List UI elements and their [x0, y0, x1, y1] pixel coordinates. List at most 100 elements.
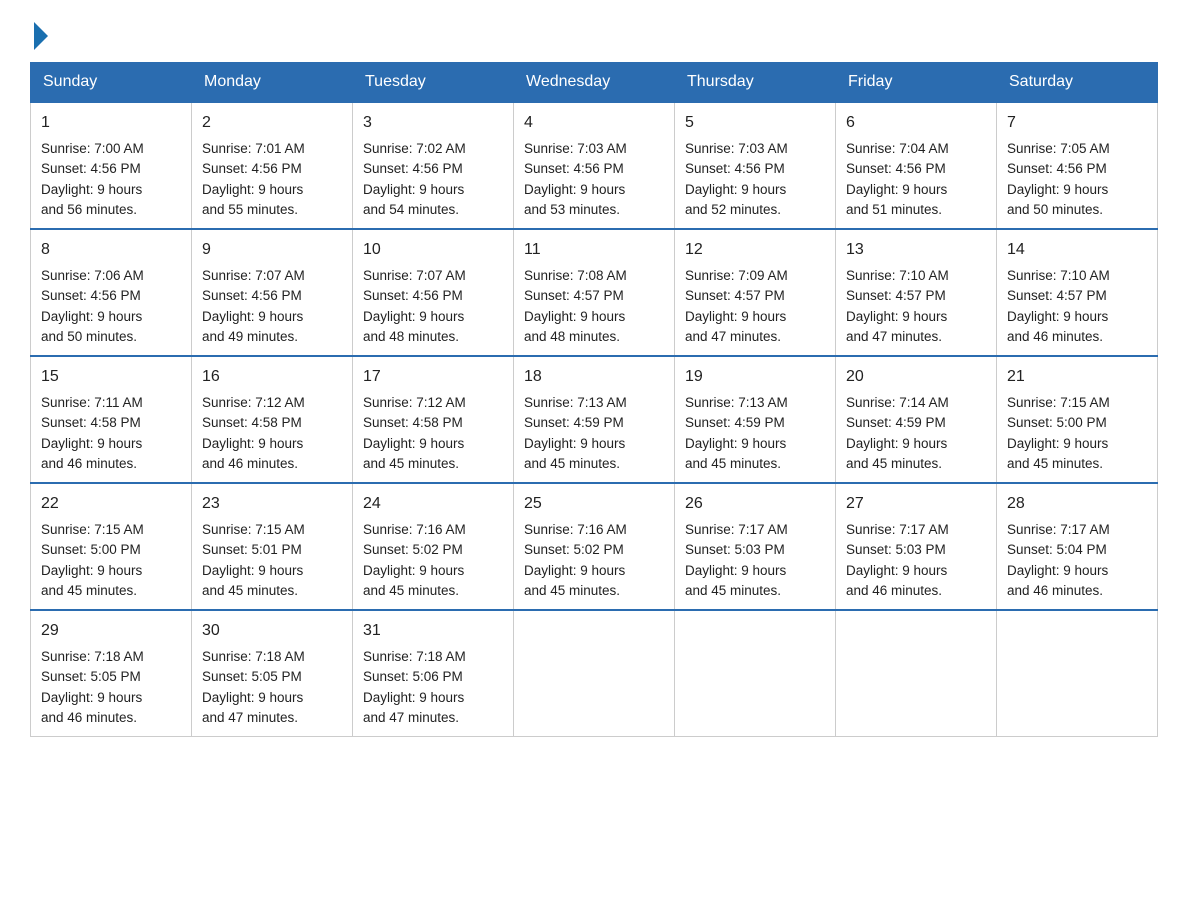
sunrise-info: Sunrise: 7:15 AM [202, 522, 305, 537]
daylight-info: and 45 minutes. [41, 583, 137, 598]
sunrise-info: Sunrise: 7:10 AM [846, 268, 949, 283]
daylight-info: Daylight: 9 hours [685, 563, 786, 578]
sunset-info: Sunset: 4:56 PM [41, 288, 141, 303]
calendar-cell: 27 Sunrise: 7:17 AM Sunset: 5:03 PM Dayligh… [836, 483, 997, 610]
calendar-cell: 2Sunrise: 7:01 AMSunset: 4:56 PMDaylight… [192, 102, 353, 229]
daylight-info: Daylight: 9 hours [524, 563, 625, 578]
daylight-info: and 45 minutes. [846, 456, 942, 471]
sunrise-info: Sunrise: 7:17 AM [1007, 522, 1110, 537]
logo-arrow-icon [34, 22, 48, 50]
weekday-header-sunday: Sunday [31, 63, 192, 103]
daylight-info: Daylight: 9 hours [1007, 436, 1108, 451]
day-number: 6 [846, 111, 986, 135]
sunrise-info: Sunrise: 7:18 AM [41, 649, 144, 664]
day-number: 5 [685, 111, 825, 135]
daylight-info: Daylight: 9 hours [1007, 563, 1108, 578]
day-number: 27 [846, 492, 986, 516]
sunrise-info: Sunrise: 7:14 AM [846, 395, 949, 410]
sunset-info: Sunset: 5:06 PM [363, 669, 463, 684]
sunset-info: Sunset: 4:56 PM [685, 161, 785, 176]
calendar-cell: 7 Sunrise: 7:05 AM Sunset: 4:56 PM Daylight… [997, 102, 1158, 229]
daylight-info: Daylight: 9 hours [363, 563, 464, 578]
sunrise-info: Sunrise: 7:18 AM [363, 649, 466, 664]
daylight-info: and 45 minutes. [1007, 456, 1103, 471]
sunset-info: Sunset: 4:58 PM [41, 415, 141, 430]
daylight-info: Daylight: 9 hours [846, 563, 947, 578]
calendar-week-row: 8Sunrise: 7:06 AMSunset: 4:56 PMDaylight… [31, 229, 1158, 356]
sunset-info: Sunset: 4:59 PM [685, 415, 785, 430]
day-number: 7 [1007, 111, 1147, 135]
calendar-cell: 30Sunrise: 7:18 AMSunset: 5:05 PMDayligh… [192, 610, 353, 737]
day-number: 3 [363, 111, 503, 135]
sunrise-info: Sunrise: 7:16 AM [363, 522, 466, 537]
daylight-info: Daylight: 9 hours [1007, 182, 1108, 197]
sunrise-info: Sunrise: 7:18 AM [202, 649, 305, 664]
day-number: 30 [202, 619, 342, 643]
sunrise-info: Sunrise: 7:17 AM [846, 522, 949, 537]
sunrise-info: Sunrise: 7:08 AM [524, 268, 627, 283]
daylight-info: and 49 minutes. [202, 329, 298, 344]
sunrise-info: Sunrise: 7:05 AM [1007, 141, 1110, 156]
daylight-info: Daylight: 9 hours [363, 690, 464, 705]
daylight-info: and 46 minutes. [846, 583, 942, 598]
sunset-info: Sunset: 4:56 PM [846, 161, 946, 176]
sunset-info: Sunset: 5:00 PM [1007, 415, 1107, 430]
calendar-cell: 3Sunrise: 7:02 AMSunset: 4:56 PMDaylight… [353, 102, 514, 229]
day-number: 10 [363, 238, 503, 262]
calendar-cell: 13Sunrise: 7:10 AMSunset: 4:57 PMDayligh… [836, 229, 997, 356]
daylight-info: Daylight: 9 hours [202, 182, 303, 197]
daylight-info: and 46 minutes. [41, 710, 137, 725]
daylight-info: and 45 minutes. [524, 456, 620, 471]
sunset-info: Sunset: 5:02 PM [524, 542, 624, 557]
day-number: 23 [202, 492, 342, 516]
daylight-info: and 52 minutes. [685, 202, 781, 217]
day-number: 20 [846, 365, 986, 389]
calendar-cell: 16Sunrise: 7:12 AMSunset: 4:58 PMDayligh… [192, 356, 353, 483]
weekday-header-wednesday: Wednesday [514, 63, 675, 103]
day-number: 1 [41, 111, 181, 135]
day-number: 26 [685, 492, 825, 516]
day-number: 16 [202, 365, 342, 389]
daylight-info: and 54 minutes. [363, 202, 459, 217]
daylight-info: and 46 minutes. [1007, 583, 1103, 598]
daylight-info: and 46 minutes. [1007, 329, 1103, 344]
sunrise-info: Sunrise: 7:16 AM [524, 522, 627, 537]
sunset-info: Sunset: 4:56 PM [1007, 161, 1107, 176]
day-number: 13 [846, 238, 986, 262]
sunset-info: Sunset: 4:57 PM [524, 288, 624, 303]
day-number: 18 [524, 365, 664, 389]
sunrise-info: Sunrise: 7:13 AM [524, 395, 627, 410]
sunset-info: Sunset: 4:56 PM [41, 161, 141, 176]
calendar-cell: 12Sunrise: 7:09 AMSunset: 4:57 PMDayligh… [675, 229, 836, 356]
sunset-info: Sunset: 4:57 PM [685, 288, 785, 303]
calendar-cell [514, 610, 675, 737]
sunrise-info: Sunrise: 7:12 AM [202, 395, 305, 410]
sunset-info: Sunset: 4:56 PM [202, 288, 302, 303]
sunrise-info: Sunrise: 7:15 AM [1007, 395, 1110, 410]
calendar-cell [675, 610, 836, 737]
sunrise-info: Sunrise: 7:15 AM [41, 522, 144, 537]
sunset-info: Sunset: 4:56 PM [524, 161, 624, 176]
daylight-info: and 47 minutes. [202, 710, 298, 725]
sunset-info: Sunset: 4:57 PM [846, 288, 946, 303]
calendar-cell [836, 610, 997, 737]
calendar-cell: 24Sunrise: 7:16 AMSunset: 5:02 PMDayligh… [353, 483, 514, 610]
daylight-info: and 55 minutes. [202, 202, 298, 217]
daylight-info: and 45 minutes. [524, 583, 620, 598]
day-number: 21 [1007, 365, 1147, 389]
calendar-cell: 29Sunrise: 7:18 AMSunset: 5:05 PMDayligh… [31, 610, 192, 737]
sunset-info: Sunset: 5:03 PM [846, 542, 946, 557]
daylight-info: Daylight: 9 hours [685, 182, 786, 197]
calendar-cell: 22Sunrise: 7:15 AMSunset: 5:00 PMDayligh… [31, 483, 192, 610]
daylight-info: Daylight: 9 hours [363, 436, 464, 451]
weekday-header-tuesday: Tuesday [353, 63, 514, 103]
daylight-info: and 48 minutes. [363, 329, 459, 344]
sunrise-info: Sunrise: 7:02 AM [363, 141, 466, 156]
daylight-info: Daylight: 9 hours [41, 309, 142, 324]
daylight-info: Daylight: 9 hours [685, 309, 786, 324]
sunset-info: Sunset: 5:00 PM [41, 542, 141, 557]
daylight-info: and 45 minutes. [363, 456, 459, 471]
calendar-cell: 17Sunrise: 7:12 AMSunset: 4:58 PMDayligh… [353, 356, 514, 483]
calendar-cell: 14Sunrise: 7:10 AMSunset: 4:57 PMDayligh… [997, 229, 1158, 356]
weekday-header-monday: Monday [192, 63, 353, 103]
